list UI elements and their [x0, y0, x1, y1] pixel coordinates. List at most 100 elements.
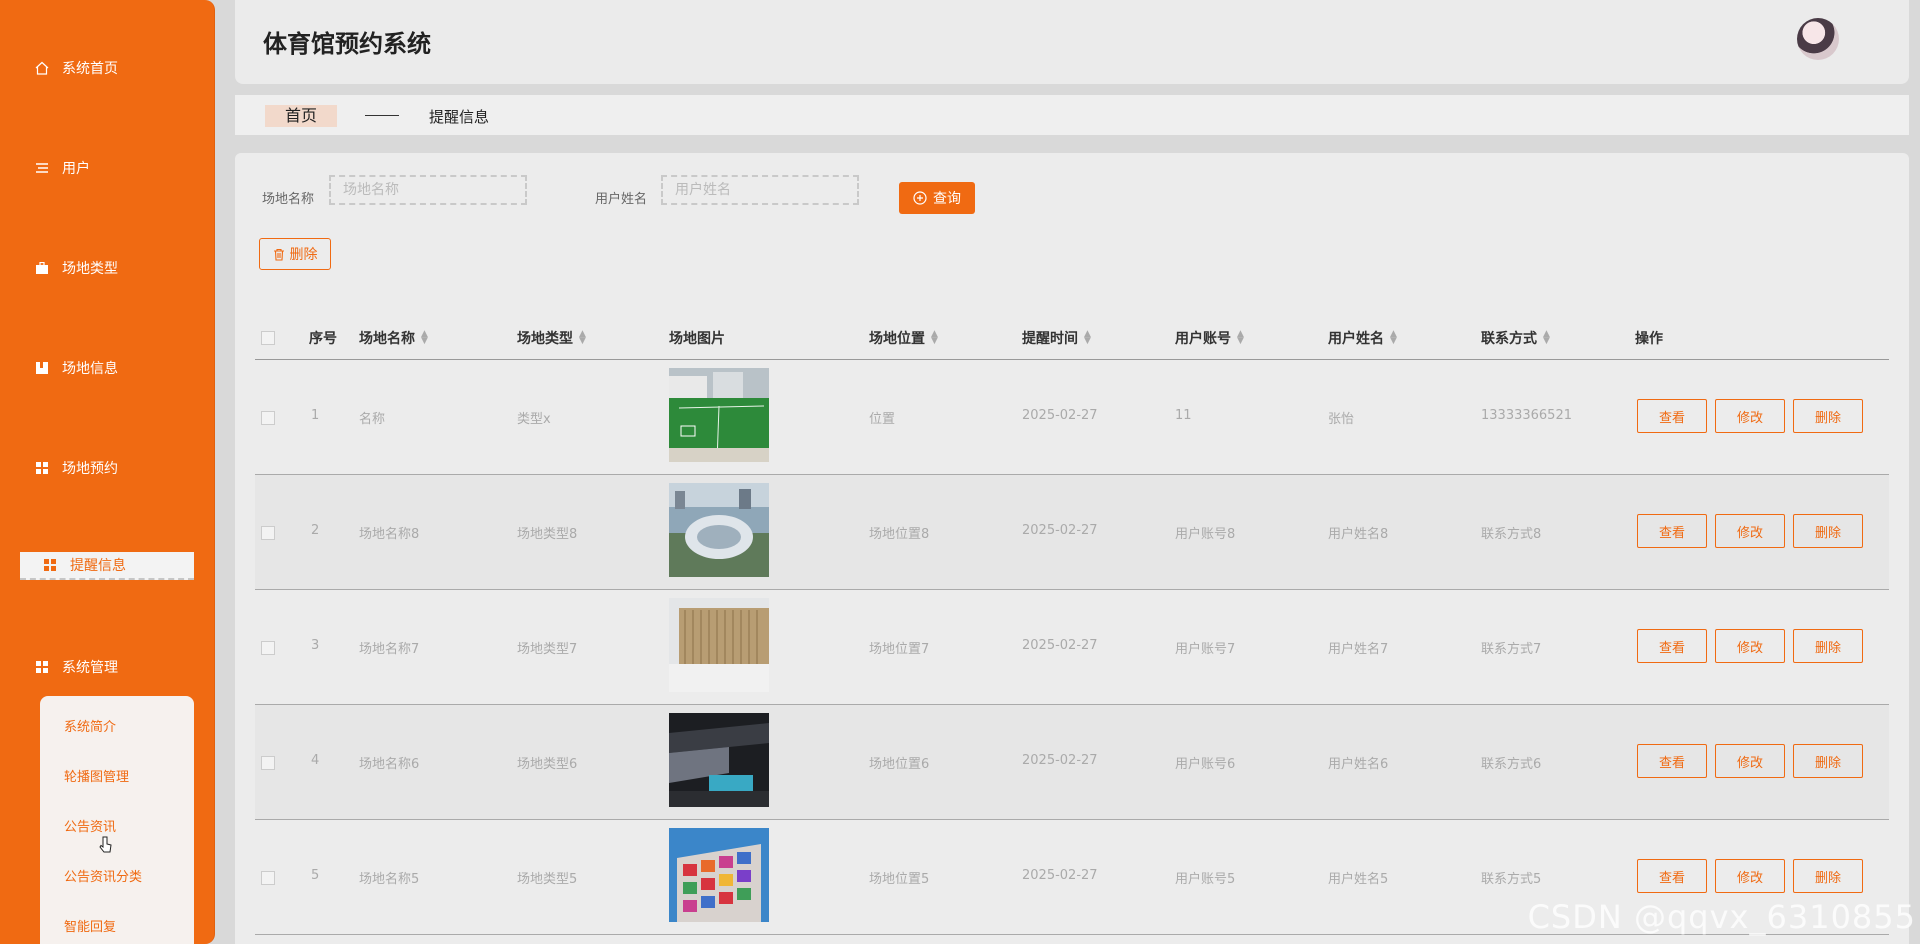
cell-user-name: 张怡: [1328, 412, 1355, 427]
row-checkbox[interactable]: [261, 526, 275, 540]
grid-icon: [34, 659, 50, 675]
sidebar-item-users[interactable]: 用户: [34, 154, 90, 182]
breadcrumb-separator: [365, 115, 399, 116]
edit-button[interactable]: 修改: [1715, 399, 1785, 433]
user-name-label: 用户姓名: [595, 192, 648, 207]
cell-venue-type: 场地类型6: [517, 757, 578, 772]
sidebar-item-home[interactable]: 系统首页: [34, 54, 118, 82]
table-row: 4 场地名称6 场地类型6 场地位置6 2025-02-27 用户账号6 用户姓…: [255, 705, 1889, 820]
user-name-input[interactable]: [661, 175, 859, 205]
sidebar-item-reminders[interactable]: 提醒信息: [20, 552, 194, 580]
sidebar-item-label: 场地信息: [62, 361, 118, 377]
table-header: 序号 场地名称 ▲ ▼ 场地类型 ▲ ▼ 场地图片 场地位置 ▲ ▼ 提醒时间 ▲ ▼ 用户账号…: [255, 313, 1889, 360]
venue-image-colorful-building: [669, 828, 769, 922]
submenu-item-news[interactable]: 公告资讯: [64, 816, 116, 835]
cell-reminder-time: 2025-02-27: [1022, 753, 1098, 768]
sort-icon: ▲ ▼: [931, 329, 938, 346]
briefcase-icon: [34, 260, 50, 276]
cell-user-account: 用户账号7: [1175, 642, 1236, 657]
sidebar-item-label: 场地类型: [62, 261, 118, 277]
sidebar-item-label: 提醒信息: [70, 558, 126, 574]
view-button[interactable]: 查看: [1637, 629, 1707, 663]
column-venue-type[interactable]: 场地类型 ▲ ▼: [517, 328, 586, 348]
cell-venue-type: 场地类型8: [517, 527, 578, 542]
grid-icon: [42, 557, 58, 573]
column-venue-name[interactable]: 场地名称 ▲ ▼: [359, 328, 428, 348]
sidebar-item-venue-info[interactable]: 场地信息: [34, 354, 118, 382]
edit-button[interactable]: 修改: [1715, 859, 1785, 893]
book-icon: [34, 360, 50, 376]
sort-icon: ▲ ▼: [1237, 329, 1244, 346]
column-user-name[interactable]: 用户姓名 ▲ ▼: [1328, 328, 1397, 348]
cell-user-name: 用户姓名7: [1328, 642, 1389, 657]
column-venue-location[interactable]: 场地位置 ▲ ▼: [869, 328, 938, 348]
system-admin-submenu: 系统简介 轮播图管理 公告资讯 公告资讯分类 智能回复: [40, 696, 194, 944]
avatar[interactable]: [1797, 18, 1839, 60]
breadcrumb-current: 提醒信息: [429, 108, 490, 126]
view-button[interactable]: 查看: [1637, 514, 1707, 548]
sort-icon: ▲ ▼: [1390, 329, 1397, 346]
submenu-item-system-intro[interactable]: 系统简介: [64, 716, 116, 735]
sort-icon: ▲ ▼: [1084, 329, 1091, 346]
cell-reminder-time: 2025-02-27: [1022, 638, 1098, 653]
view-button[interactable]: 查看: [1637, 399, 1707, 433]
home-icon: [34, 60, 50, 76]
column-reminder-time[interactable]: 提醒时间 ▲ ▼: [1022, 328, 1091, 348]
submenu-item-news-category[interactable]: 公告资讯分类: [64, 866, 142, 885]
delete-button[interactable]: 删除: [1793, 399, 1863, 433]
column-index: 序号: [309, 331, 337, 347]
delete-button[interactable]: 删除: [1793, 859, 1863, 893]
cell-user-account: 用户账号8: [1175, 527, 1236, 542]
column-contact[interactable]: 联系方式 ▲ ▼: [1481, 328, 1550, 348]
cell-venue-location: 场地位置7: [869, 642, 930, 657]
sort-icon: ▲ ▼: [421, 329, 428, 346]
venue-name-input[interactable]: [329, 175, 527, 205]
row-checkbox[interactable]: [261, 871, 275, 885]
top-header: 体育馆预约系统: [235, 0, 1909, 84]
query-button[interactable]: 查询: [899, 182, 975, 214]
row-checkbox[interactable]: [261, 756, 275, 770]
column-venue-image: 场地图片: [669, 331, 725, 347]
edit-button[interactable]: 修改: [1715, 629, 1785, 663]
cell-index: 2: [311, 523, 320, 538]
main-panel: 场地名称 用户姓名 查询 删除 序号 场地名称▲▼ 场地类型▲▼ 场地图片 场地…: [235, 153, 1909, 944]
grid-icon: [34, 460, 50, 476]
column-user-account[interactable]: 用户账号 ▲ ▼: [1175, 328, 1244, 348]
submenu-item-carousel[interactable]: 轮播图管理: [64, 766, 129, 785]
submenu-item-smart-reply[interactable]: 智能回复: [64, 916, 116, 935]
query-button-label: 查询: [933, 191, 961, 207]
cell-venue-name: 场地名称5: [359, 872, 420, 887]
cell-venue-type: 场地类型5: [517, 872, 578, 887]
cell-venue-name: 场地名称7: [359, 642, 420, 657]
sidebar-item-venue-booking[interactable]: 场地预约: [34, 454, 118, 482]
cell-reminder-time: 2025-02-27: [1022, 408, 1098, 423]
venue-image-stadium-aerial: [669, 483, 769, 577]
delete-button[interactable]: 删除: [1793, 744, 1863, 778]
breadcrumb-home[interactable]: 首页: [265, 105, 337, 127]
view-button[interactable]: 查看: [1637, 744, 1707, 778]
cell-reminder-time: 2025-02-27: [1022, 868, 1098, 883]
app-title: 体育馆预约系统: [263, 30, 431, 58]
venue-image-wooden-building: [669, 598, 769, 692]
edit-button[interactable]: 修改: [1715, 744, 1785, 778]
sidebar-item-system-admin[interactable]: 系统管理: [34, 653, 118, 681]
table-row: 3 场地名称7 场地类型7 场地位置7 2025-02-27 用户账号7 用户姓…: [255, 590, 1889, 705]
batch-delete-button[interactable]: 删除: [259, 238, 331, 270]
cell-user-name: 用户姓名8: [1328, 527, 1389, 542]
view-button[interactable]: 查看: [1637, 859, 1707, 893]
list-icon: [34, 160, 50, 176]
row-checkbox[interactable]: [261, 641, 275, 655]
delete-button[interactable]: 删除: [1793, 514, 1863, 548]
cell-venue-type: 类型x: [517, 412, 551, 427]
select-all-checkbox[interactable]: [261, 331, 275, 345]
row-checkbox[interactable]: [261, 411, 275, 425]
sidebar-item-venue-types[interactable]: 场地类型: [34, 254, 118, 282]
sort-icon: ▲ ▼: [1543, 329, 1550, 346]
edit-button[interactable]: 修改: [1715, 514, 1785, 548]
delete-button[interactable]: 删除: [1793, 629, 1863, 663]
cell-venue-location: 位置: [869, 412, 896, 427]
sidebar-item-label: 系统首页: [62, 61, 118, 77]
cell-index: 5: [311, 868, 320, 883]
cell-index: 1: [311, 408, 320, 423]
table-row: 1 名称 类型x 位置 2025-02-27 11 张怡 13333366521…: [255, 360, 1889, 475]
